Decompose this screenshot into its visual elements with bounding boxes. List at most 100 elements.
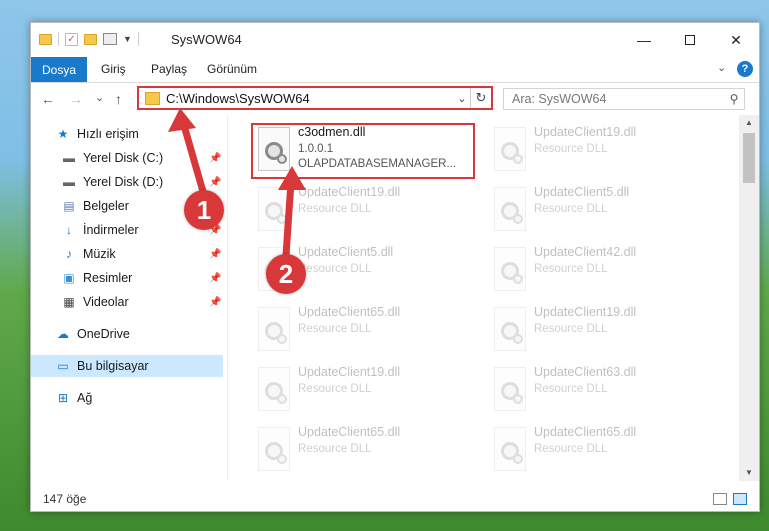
sidebar-item-label: Belgeler [83, 199, 129, 213]
pin-icon[interactable]: 📌 [209, 273, 221, 284]
quick-access-toolbar: ✓ ▼ [39, 32, 139, 46]
gear-icon [277, 334, 287, 344]
file-item[interactable]: UpdateClient19.dll Resource DLL [252, 363, 478, 421]
address-dropdown-icon[interactable]: ⌄ [454, 92, 470, 105]
details-view-icon[interactable] [713, 493, 727, 505]
dll-file-icon [258, 187, 290, 231]
dll-file-icon [494, 187, 526, 231]
dll-file-icon [494, 127, 526, 171]
file-description: Resource DLL [534, 263, 608, 275]
item-count: 147 öğe [43, 492, 87, 506]
sidebar-item-drive-d[interactable]: ▬ Yerel Disk (D:) 📌 [31, 171, 223, 193]
address-path[interactable]: C:\Windows\SysWOW64 [166, 91, 454, 106]
file-description: Resource DLL [534, 203, 608, 215]
properties-check-icon[interactable]: ✓ [65, 32, 78, 46]
search-placeholder[interactable]: Ara: SysWOW64 [512, 92, 724, 106]
maximize-button[interactable] [667, 23, 713, 57]
file-description: Resource DLL [298, 443, 372, 455]
pin-icon[interactable]: 📌 [209, 153, 221, 164]
dll-file-icon [494, 247, 526, 291]
sidebar-item-onedrive[interactable]: ☁ OneDrive [31, 323, 223, 345]
scroll-thumb[interactable] [743, 133, 755, 183]
gear-icon [277, 394, 287, 404]
computer-icon: ▭ [57, 359, 69, 373]
file-name: UpdateClient19.dll [298, 365, 401, 379]
drive-icon: ▬ [63, 175, 75, 189]
file-item[interactable]: UpdateClient19.dll Resource DLL [488, 123, 714, 181]
gear-icon [513, 454, 523, 464]
help-icon[interactable]: ? [737, 61, 753, 77]
folder-icon [39, 33, 52, 45]
navigation-bar: ← → ⌄ ↑ C:\Windows\SysWOW64 ⌄ ↻ Ara: Sys… [31, 83, 759, 115]
file-item[interactable]: UpdateClient42.dll Resource DLL [488, 243, 714, 301]
address-bar[interactable]: C:\Windows\SysWOW64 ⌄ ↻ [137, 86, 493, 110]
file-item[interactable]: UpdateClient65.dll Resource DLL [252, 423, 478, 481]
sidebar-item-drive-c[interactable]: ▬ Yerel Disk (C:) 📌 [31, 147, 223, 169]
file-description: Resource DLL [534, 323, 608, 335]
back-icon[interactable]: ← [41, 91, 55, 107]
status-bar: 147 öğe [31, 489, 759, 511]
window-title: SysWOW64 [171, 32, 242, 47]
file-name: UpdateClient19.dll [534, 305, 637, 319]
star-icon: ★ [57, 127, 69, 141]
file-name: UpdateClient65.dll [298, 305, 401, 319]
explorer-window: ✓ ▼ SysWOW64 — ✕ Dosya Giriş Paylaş Görü… [30, 22, 760, 512]
chevron-down-icon[interactable]: ▼ [123, 34, 132, 44]
sidebar-item-pictures[interactable]: ▣ Resimler 📌 [31, 267, 223, 289]
up-icon[interactable]: ↑ [115, 91, 122, 107]
pin-icon[interactable]: 📌 [209, 177, 221, 188]
toolbar-divider [58, 32, 59, 46]
new-folder-icon[interactable] [84, 33, 97, 45]
file-item[interactable]: UpdateClient65.dll Resource DLL [252, 303, 478, 361]
vertical-scrollbar[interactable]: ▲ ▼ [739, 115, 759, 481]
gear-icon [513, 274, 523, 284]
expand-ribbon-icon[interactable]: ⌄ [717, 61, 726, 74]
sidebar-item-label: Yerel Disk (D:) [83, 175, 164, 189]
sidebar-item-quick-access[interactable]: ★ Hızlı erişim [31, 123, 223, 145]
forward-icon[interactable]: → [69, 91, 83, 107]
drive-icon: ▬ [63, 151, 75, 165]
customize-toolbar-icon[interactable] [103, 33, 117, 45]
music-icon: ♪ [66, 247, 72, 261]
scroll-down-icon[interactable]: ▼ [739, 465, 759, 481]
file-item[interactable]: UpdateClient19.dll Resource DLL [488, 303, 714, 361]
title-bar: ✓ ▼ SysWOW64 — ✕ [31, 23, 759, 57]
search-icon[interactable]: ⚲ [724, 92, 744, 106]
file-item[interactable]: UpdateClient5.dll Resource DLL [488, 183, 714, 241]
close-button[interactable]: ✕ [713, 23, 759, 57]
file-item[interactable]: UpdateClient65.dll Resource DLL [488, 423, 714, 481]
file-description: Resource DLL [534, 143, 608, 155]
gear-icon [513, 334, 523, 344]
minimize-button[interactable]: — [621, 23, 667, 57]
dll-file-icon [258, 307, 290, 351]
sidebar-item-label: Hızlı erişim [77, 127, 139, 141]
sidebar-item-network[interactable]: ⊞ Ağ [31, 387, 223, 409]
tab-paylas[interactable]: Paylaş [151, 62, 187, 76]
file-description: Resource DLL [534, 443, 608, 455]
tiles-view-icon[interactable] [733, 493, 747, 505]
cloud-icon: ☁ [57, 327, 69, 341]
tab-gorunum[interactable]: Görünüm [207, 62, 257, 76]
tab-giris[interactable]: Giriş [101, 62, 126, 76]
gear-icon [513, 154, 523, 164]
file-item[interactable]: UpdateClient19.dll Resource DLL [252, 183, 478, 241]
sidebar-item-label: Bu bilgisayar [77, 359, 149, 373]
folder-icon [145, 91, 160, 105]
tab-dosya[interactable]: Dosya [31, 57, 87, 82]
pin-icon[interactable]: 📌 [209, 249, 221, 260]
selected-file-highlight [251, 123, 475, 179]
file-item[interactable]: UpdateClient63.dll Resource DLL [488, 363, 714, 421]
refresh-icon[interactable]: ↻ [471, 90, 491, 106]
file-name: UpdateClient5.dll [534, 185, 630, 199]
gear-icon [513, 394, 523, 404]
sidebar-item-music[interactable]: ♪ Müzik 📌 [31, 243, 223, 265]
file-description: Resource DLL [298, 263, 372, 275]
sidebar-item-this-pc[interactable]: ▭ Bu bilgisayar [31, 355, 223, 377]
search-input[interactable]: Ara: SysWOW64 ⚲ [503, 88, 745, 110]
recent-locations-icon[interactable]: ⌄ [95, 91, 104, 104]
sidebar-item-videos[interactable]: ▦ Videolar 📌 [31, 291, 223, 313]
navigation-pane: ★ Hızlı erişim ▬ Yerel Disk (C:) 📌 ▬ Yer… [31, 119, 227, 479]
scroll-up-icon[interactable]: ▲ [739, 115, 759, 131]
file-description: Resource DLL [298, 203, 372, 215]
pin-icon[interactable]: 📌 [209, 297, 221, 308]
